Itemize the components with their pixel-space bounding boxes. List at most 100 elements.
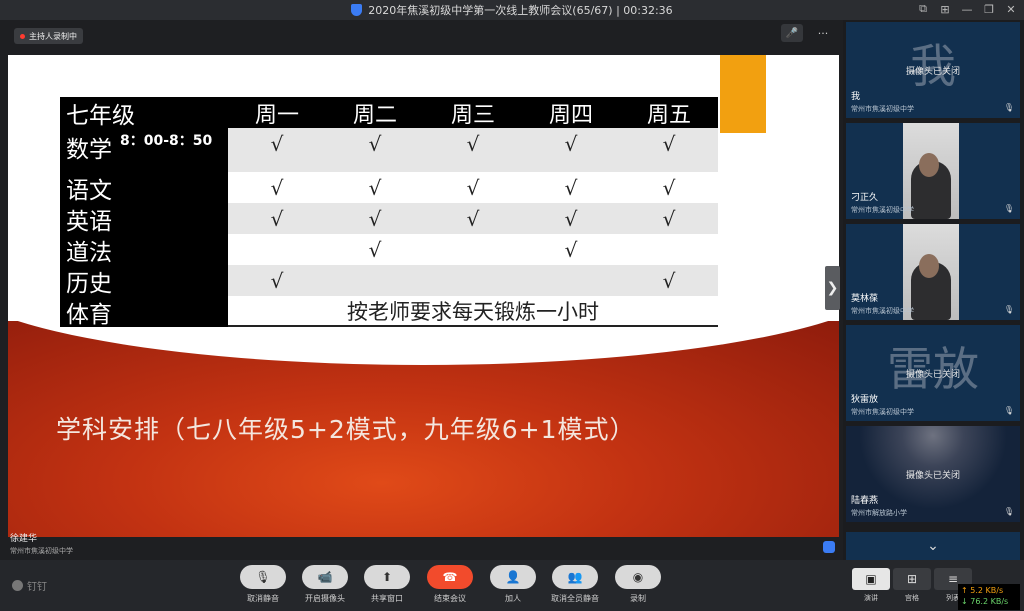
end-meeting-button[interactable]: ☎ 结束会议: [423, 565, 477, 604]
table-header-row: 七年级 周一 周二 周三 周四 周五: [60, 97, 720, 129]
table-row: 道法 √ √: [60, 234, 720, 266]
subject-name: 数学: [66, 137, 112, 163]
slide-orange-block: [720, 55, 766, 133]
mark-cell: [522, 265, 620, 296]
participant-tile[interactable]: 刁正久 常州市焦溪初级中学 🎙: [846, 123, 1020, 219]
title-bar: 2020年焦溪初级中学第一次线上教师会议(65/67) | 00:32:36 ⧉…: [0, 0, 1024, 20]
minimize-icon[interactable]: —: [960, 2, 974, 16]
mark-cell: [228, 234, 326, 265]
participant-school: 常州市焦溪初级中学: [851, 206, 914, 214]
participant-name: 陆春燕: [851, 496, 879, 506]
participant-school: 常州市焦溪初级中学: [851, 105, 914, 113]
button-label: 宫格: [905, 594, 919, 602]
participant-name: 刁正久: [851, 193, 879, 203]
table-row: 历史 √ √: [60, 265, 720, 297]
day-thursday: 周四: [522, 97, 620, 128]
camera-off-status: 摄像头已关闭: [905, 471, 960, 481]
view-speaker-button[interactable]: ▣ 演讲: [852, 568, 890, 603]
class-time: 8：00-8：50: [120, 133, 213, 149]
mark-cell: [424, 234, 522, 265]
mark-cell: √: [326, 172, 424, 203]
day-tuesday: 周二: [326, 97, 424, 128]
mark-cell: √: [228, 128, 326, 172]
mark-cell: √: [620, 128, 718, 172]
participant-school: 常州市焦溪初级中学: [851, 307, 914, 315]
grade-label: 七年级: [60, 97, 228, 129]
meeting-toolbar: 钉钉 🎙 取消静音 📹 开启摄像头 ⬆ 共享窗口 ☎ 结束会议 👤 加人 👥 取…: [0, 560, 1024, 611]
button-label: 录制: [630, 594, 646, 603]
fullscreen-icon[interactable]: ⊞: [938, 2, 952, 16]
avatar: 我: [910, 39, 956, 93]
subject-name: 历史: [60, 265, 228, 297]
participant-panel: 我 摄像头已关闭 我 常州市焦溪初级中学 🎙 刁正久 常州市焦溪初级中学 🎙 莫…: [843, 20, 1024, 560]
table-row: 体育 按老师要求每天锻炼一小时: [60, 296, 720, 328]
record-button[interactable]: ◉ 录制: [611, 565, 665, 604]
pe-note: 按老师要求每天锻炼一小时: [228, 296, 718, 327]
participant-name: 狄雷放: [851, 395, 879, 405]
mark-cell: √: [326, 128, 424, 172]
add-people-button[interactable]: 👤 加人: [486, 565, 540, 604]
add-user-icon: 👤: [490, 565, 536, 589]
button-label: 结束会议: [434, 594, 466, 603]
speaker-school: 常州市焦溪初级中学: [10, 547, 73, 555]
participant-tile[interactable]: 我 摄像头已关闭 我 常州市焦溪初级中学 🎙: [846, 22, 1020, 118]
recording-label: 主持人录制中: [29, 31, 77, 41]
speaker-label: 徐建华 常州市焦溪初级中学: [10, 531, 73, 556]
mark-cell: √: [620, 172, 718, 203]
main-stage: 主持人录制中 🎤 ··· 七年级 周一 周二 周三 周四 周五 数学 8：00-…: [0, 20, 843, 560]
person-head: [919, 153, 939, 177]
chat-icon[interactable]: [823, 541, 835, 553]
next-page-arrow-icon[interactable]: ❯: [825, 266, 840, 310]
scroll-down-chevron-icon[interactable]: ⌄: [846, 532, 1020, 560]
mark-cell: √: [522, 172, 620, 203]
mic-icon: 🎙: [1003, 103, 1014, 112]
mark-cell: √: [620, 265, 718, 296]
participant-tile[interactable]: 摄像头已关闭 陆春燕 常州市解放路小学 🎙: [846, 426, 1020, 522]
grid-view-icon: ⊞: [893, 568, 931, 590]
mark-cell: [424, 265, 522, 296]
subject-name: 道法: [60, 234, 228, 266]
schedule-table: 七年级 周一 周二 周三 周四 周五 数学 8：00-8：50 √ √ √ √ …: [60, 97, 720, 328]
button-label: 共享窗口: [371, 594, 403, 603]
table-row: 语文 √ √ √ √ √: [60, 172, 720, 204]
share-window-button[interactable]: ⬆ 共享窗口: [360, 565, 414, 604]
close-icon[interactable]: ✕: [1004, 2, 1018, 16]
more-icon[interactable]: ···: [810, 24, 836, 42]
slide-caption: 学科安排（七八年级5+2模式，九年级6+1模式）: [56, 415, 636, 444]
upload-speed: ↑ 5.2 KB/s: [961, 586, 1004, 595]
unmute-button[interactable]: 🎙 取消静音: [236, 565, 290, 604]
mark-cell: √: [522, 128, 620, 172]
restore-icon[interactable]: ❐: [982, 2, 996, 16]
group-icon: 👥: [552, 565, 598, 589]
button-label: 取消全员静音: [551, 594, 599, 603]
shield-icon: [351, 4, 363, 16]
camera-button[interactable]: 📹 开启摄像头: [298, 565, 352, 604]
dingtalk-icon: [12, 580, 23, 591]
hangup-icon: ☎: [427, 565, 473, 589]
subject-name: 语文: [60, 172, 228, 204]
button-label: 加人: [505, 594, 521, 603]
mark-cell: [620, 234, 718, 265]
mark-cell: √: [424, 172, 522, 203]
mark-cell: √: [228, 172, 326, 203]
button-label: 演讲: [864, 594, 878, 602]
shared-slide: 七年级 周一 周二 周三 周四 周五 数学 8：00-8：50 √ √ √ √ …: [8, 55, 839, 537]
mark-cell: √: [228, 265, 326, 296]
mark-cell: [326, 265, 424, 296]
mic-icon[interactable]: 🎤: [781, 24, 803, 42]
mic-muted-icon: 🎙: [240, 565, 286, 589]
network-speed: ↑ 5.2 KB/s ↓ 76.2 KB/s: [958, 584, 1020, 610]
mark-cell: √: [228, 203, 326, 234]
camera-off-status: 摄像头已关闭: [905, 67, 960, 77]
day-monday: 周一: [228, 97, 326, 128]
pip-icon[interactable]: ⧉: [916, 2, 930, 16]
speaker-view-icon: ▣: [852, 568, 890, 590]
recording-dot-icon: [20, 33, 25, 39]
participant-tile[interactable]: 莫林葆 常州市焦溪初级中学 🎙: [846, 224, 1020, 320]
table-row: 数学 8：00-8：50 √ √ √ √ √: [60, 128, 720, 172]
participant-tile[interactable]: 雷放 摄像头已关闭 狄雷放 常州市焦溪初级中学 🎙: [846, 325, 1020, 421]
meeting-title: 2020年焦溪初级中学第一次线上教师会议(65/67) | 00:32:36: [368, 4, 673, 17]
view-grid-button[interactable]: ⊞ 宫格: [893, 568, 931, 603]
unmute-all-button[interactable]: 👥 取消全员静音: [548, 565, 602, 604]
record-icon: ◉: [615, 565, 661, 589]
